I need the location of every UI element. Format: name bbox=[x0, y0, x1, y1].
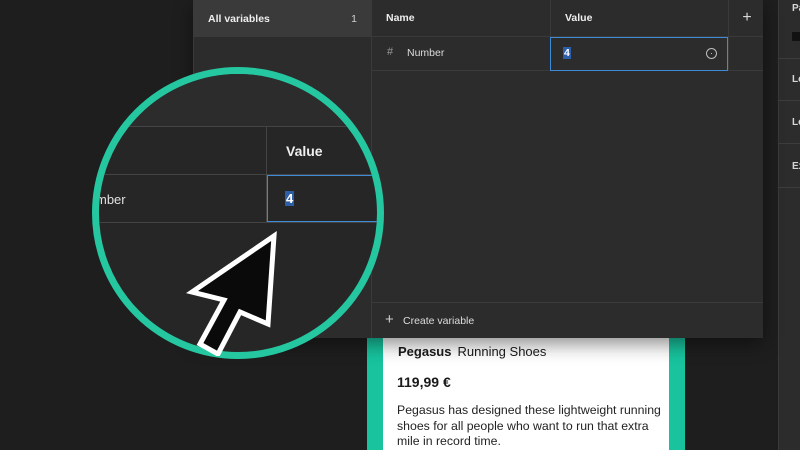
divider bbox=[779, 100, 800, 101]
product-price: 119,99 € bbox=[397, 374, 451, 390]
divider bbox=[779, 58, 800, 59]
product-brand: Pegasus bbox=[398, 344, 452, 359]
sidebar-item-all-variables[interactable]: All variables 1 bbox=[194, 0, 371, 37]
inspector-label-position: Pa bbox=[792, 3, 800, 14]
magnified-column-header-value: Value bbox=[286, 143, 323, 159]
product-description: Pegasus has designed these lightweight r… bbox=[397, 403, 661, 448]
hash-icon: # bbox=[387, 46, 394, 58]
create-variable-label: Create variable bbox=[403, 315, 475, 327]
variable-value[interactable]: 4 bbox=[563, 47, 571, 59]
column-divider bbox=[550, 0, 551, 37]
magnified-variable-name: mber bbox=[96, 192, 126, 207]
table-header: Name Value + bbox=[372, 0, 763, 37]
magnified-sidebar bbox=[99, 74, 377, 126]
product-title: Pegasus Running Shoes bbox=[398, 344, 546, 359]
inspector-label-layer: Le bbox=[792, 74, 800, 85]
sidebar-item-label: All variables bbox=[208, 12, 270, 25]
inspector-panel: Pa Le Le Ex bbox=[778, 0, 800, 450]
column-header-value: Value bbox=[565, 12, 593, 24]
divider bbox=[99, 126, 377, 127]
inspector-label-layout: Le bbox=[792, 117, 800, 128]
divider bbox=[99, 222, 377, 223]
divider bbox=[779, 143, 800, 144]
product-name: Running Shoes bbox=[457, 344, 547, 359]
variable-value-input[interactable]: 4 bbox=[550, 37, 728, 71]
variable-name[interactable]: Number bbox=[407, 47, 444, 59]
plus-icon: + bbox=[385, 311, 394, 328]
variable-count-badge: 1 bbox=[351, 12, 357, 25]
plus-icon[interactable]: + bbox=[738, 7, 756, 29]
inspector-label-export: Ex bbox=[792, 161, 800, 172]
color-swatch[interactable] bbox=[792, 32, 800, 41]
column-divider bbox=[728, 0, 729, 37]
variables-table: Name Value + # Number 4 + Create variabl… bbox=[372, 0, 763, 338]
table-row[interactable]: # Number 4 bbox=[372, 37, 763, 71]
clock-icon[interactable] bbox=[706, 48, 717, 59]
product-card[interactable]: Pegasus Running Shoes 119,99 € Pegasus ha… bbox=[383, 330, 669, 450]
magnified-value: 4 bbox=[285, 191, 295, 206]
column-divider bbox=[728, 37, 729, 71]
cursor-arrow-icon bbox=[186, 231, 277, 356]
divider bbox=[779, 187, 800, 188]
column-header-name: Name bbox=[386, 12, 415, 24]
magnified-value-cell: 4 bbox=[267, 175, 377, 222]
create-variable-button[interactable]: + Create variable bbox=[372, 302, 763, 338]
